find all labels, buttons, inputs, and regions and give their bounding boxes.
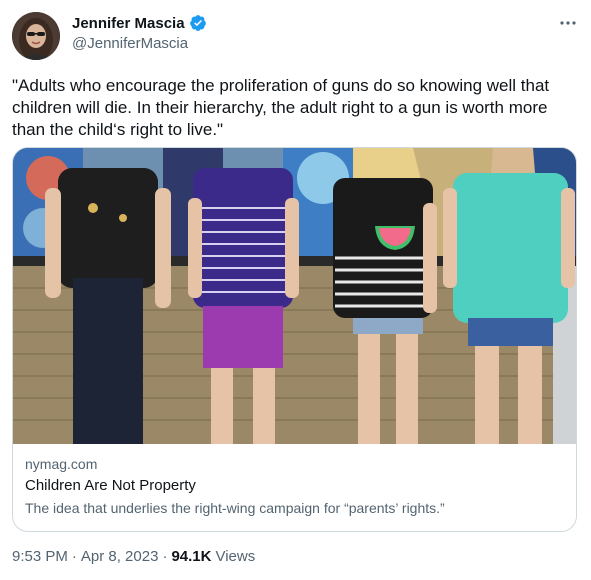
card-meta[interactable]: nymag.com Children Are Not Property The … xyxy=(25,454,564,518)
verified-badge-icon xyxy=(189,14,207,32)
card-domain: nymag.com xyxy=(25,456,98,472)
views-label: Views xyxy=(215,548,256,565)
card-title: Children Are Not Property xyxy=(25,477,196,494)
separator: · xyxy=(71,548,77,565)
more-options-icon[interactable] xyxy=(557,14,579,32)
link-card[interactable]: nymag.com Children Are Not Property The … xyxy=(12,147,577,532)
avatar[interactable] xyxy=(12,12,60,60)
author-name-row[interactable]: Jennifer Mascia xyxy=(72,14,207,32)
tweet: Jennifer Mascia @JenniferMascia "Adults … xyxy=(0,0,591,580)
author-handle[interactable]: @JenniferMascia xyxy=(72,35,188,52)
tweet-footer: 9:53 PM · Apr 8, 2023 · 94.1K Views xyxy=(12,548,255,565)
card-description: The idea that underlies the right-wing c… xyxy=(25,500,445,516)
tweet-time[interactable]: 9:53 PM xyxy=(12,548,68,565)
views-count: 94.1K xyxy=(171,548,212,565)
author-display-name[interactable]: Jennifer Mascia xyxy=(72,15,185,32)
separator: · xyxy=(162,548,168,565)
card-image[interactable] xyxy=(13,148,576,444)
tweet-text: "Adults who encourage the proliferation … xyxy=(12,76,550,139)
tweet-date[interactable]: Apr 8, 2023 xyxy=(81,548,159,565)
